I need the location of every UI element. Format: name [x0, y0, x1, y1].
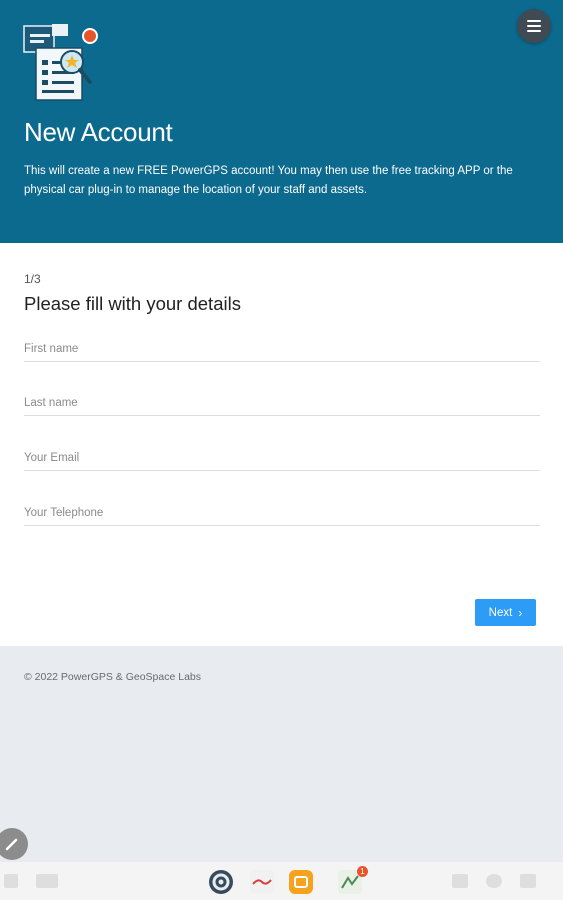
- copyright-text: © 2022 PowerGPS & GeoSpace Labs: [24, 671, 202, 683]
- files-app-icon[interactable]: [289, 870, 313, 894]
- first-name-input[interactable]: [24, 336, 540, 361]
- folder-icon: [294, 876, 308, 888]
- chevron-right-icon: ›: [518, 605, 523, 620]
- recent-apps-icon[interactable]: [4, 874, 18, 888]
- last-name-input[interactable]: [24, 390, 540, 415]
- account-description: This will create a new FREE PowerGPS acc…: [24, 165, 513, 196]
- system-taskbar: [0, 862, 563, 900]
- hamburger-menu-icon: [527, 20, 541, 22]
- next-button[interactable]: Next ›: [475, 599, 536, 626]
- last-name-field: [24, 390, 540, 416]
- hamburger-menu-button[interactable]: [517, 9, 551, 43]
- telephone-field: [24, 500, 540, 526]
- pause-icon[interactable]: [452, 874, 468, 888]
- pencil-icon: [5, 838, 18, 851]
- header-banner: New Account This will create a new FREE …: [0, 0, 563, 243]
- telephone-input[interactable]: [24, 500, 540, 525]
- edit-button[interactable]: [0, 828, 28, 860]
- photo-icon: [252, 879, 272, 885]
- signup-form: 1/3 Please fill with your details Next ›: [0, 243, 563, 646]
- email-field: [24, 445, 540, 471]
- step-indicator: 1/3: [24, 272, 41, 286]
- page-title: New Account: [24, 117, 173, 147]
- gear-icon: [212, 873, 230, 891]
- gallery-shortcut-icon[interactable]: [36, 874, 58, 888]
- back-icon[interactable]: [520, 874, 536, 888]
- form-heading: Please fill with your details: [24, 293, 241, 314]
- home-icon[interactable]: [486, 874, 502, 888]
- settings-app-icon[interactable]: [209, 870, 233, 894]
- gallery-app-icon[interactable]: [250, 870, 274, 894]
- notification-badge: 1: [357, 866, 368, 877]
- first-name-field: [24, 336, 540, 362]
- next-button-label: Next: [488, 606, 513, 619]
- email-input[interactable]: [24, 445, 540, 470]
- document-search-icon: [23, 24, 98, 101]
